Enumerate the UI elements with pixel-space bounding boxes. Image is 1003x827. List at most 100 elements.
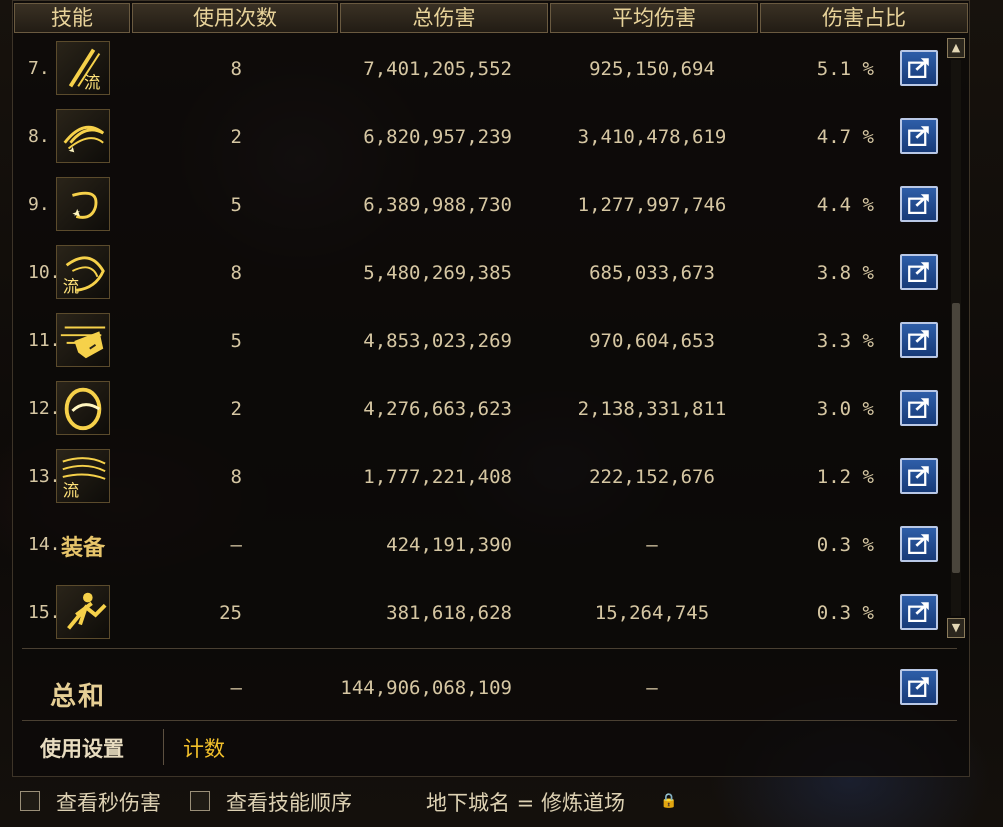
row-index: 13. bbox=[28, 466, 61, 487]
col-header-skill: 技能 bbox=[14, 3, 130, 33]
row-index: 8. bbox=[28, 126, 50, 147]
row-avg-damage: 970,604,653 bbox=[589, 330, 715, 352]
row-avg-damage: 222,152,676 bbox=[589, 466, 715, 488]
share-button[interactable] bbox=[900, 118, 938, 154]
row-total-damage: 1,777,221,408 bbox=[363, 466, 512, 488]
share-button[interactable] bbox=[900, 186, 938, 222]
equipment-text-icon: 装备 bbox=[56, 517, 110, 571]
summary-divider bbox=[22, 648, 957, 649]
row-index: 12. bbox=[28, 398, 61, 419]
share-icon bbox=[908, 262, 929, 282]
row-damage-share: 5.1 % bbox=[816, 58, 874, 80]
table-row: 15. 25 381,618,628 15,264,745 0.3 % bbox=[22, 581, 942, 645]
row-index: 10. bbox=[28, 262, 61, 283]
row-total-damage: 424,191,390 bbox=[386, 534, 512, 556]
dungeon-name: 地下城名 = 修炼道场 bbox=[426, 791, 625, 815]
row-damage-share: 3.8 % bbox=[816, 262, 874, 284]
table-row: 14. 装备 – 424,191,390 – 0.3 % bbox=[22, 513, 942, 577]
share-icon bbox=[908, 126, 929, 146]
scroll-up-button[interactable]: ▲ bbox=[947, 38, 965, 58]
share-icon bbox=[908, 58, 929, 78]
row-damage-share: 3.3 % bbox=[816, 330, 874, 352]
col-header-total-damage: 总伤害 bbox=[340, 3, 548, 33]
wind-flow-icon: 流 bbox=[56, 449, 110, 503]
sword-slash-flow-icon: 流 bbox=[56, 41, 110, 95]
col-header-avg-damage: 平均伤害 bbox=[550, 3, 758, 33]
equipment-icon-text: 装备 bbox=[60, 535, 105, 561]
share-icon bbox=[908, 534, 929, 554]
share-button[interactable] bbox=[900, 50, 938, 86]
row-total-damage: 4,276,663,623 bbox=[363, 398, 512, 420]
row-uses: 2 bbox=[230, 126, 242, 148]
row-avg-damage: 1,277,997,746 bbox=[577, 194, 727, 216]
row-damage-share: 4.7 % bbox=[816, 126, 874, 148]
share-button[interactable] bbox=[900, 458, 938, 494]
tab-count[interactable]: 计数 bbox=[183, 733, 225, 763]
row-damage-share: 0.3 % bbox=[816, 534, 874, 556]
leaping-strike-icon bbox=[56, 585, 110, 639]
share-button[interactable] bbox=[900, 390, 938, 426]
swirl-orb-icon bbox=[56, 381, 110, 435]
beast-charge-icon bbox=[56, 313, 110, 367]
share-button[interactable] bbox=[900, 322, 938, 358]
skill-order-checkbox-label[interactable]: 查看技能顺序 bbox=[226, 787, 352, 817]
share-button-summary[interactable] bbox=[900, 669, 938, 705]
scroll-thumb[interactable] bbox=[952, 303, 960, 573]
row-avg-damage: 685,033,673 bbox=[589, 262, 715, 284]
share-button[interactable] bbox=[900, 526, 938, 562]
col-header-uses: 使用次数 bbox=[132, 3, 338, 33]
summary-avg: – bbox=[646, 677, 658, 699]
tabs-divider bbox=[22, 720, 957, 721]
row-uses: 8 bbox=[230, 262, 242, 284]
row-total-damage: 5,480,269,385 bbox=[363, 262, 512, 284]
table-row: 11. 5 4,853,023,269 970,604,653 3.3 % bbox=[22, 309, 942, 373]
spiral-slash-icon bbox=[56, 109, 110, 163]
footer-bar: 查看秒伤害 查看技能顺序 地下城名 = 修炼道场 🔒 bbox=[0, 781, 1003, 827]
scroll-down-button[interactable]: ▼ bbox=[947, 618, 965, 638]
scrollbar[interactable]: ▲ ▼ bbox=[947, 38, 965, 638]
row-avg-damage: 15,264,745 bbox=[594, 602, 710, 624]
row-index: 11. bbox=[28, 330, 61, 351]
row-damage-share: 3.0 % bbox=[816, 398, 874, 420]
table-row: 9. 5 6,389,988,730 1,277,997,746 4.4 % bbox=[22, 173, 942, 237]
row-avg-damage: 2,138,331,811 bbox=[577, 398, 727, 420]
row-total-damage: 6,820,957,239 bbox=[363, 126, 512, 148]
tab-separator bbox=[163, 729, 164, 765]
row-uses: 25 bbox=[219, 602, 242, 624]
row-avg-damage: 3,410,478,619 bbox=[577, 126, 727, 148]
row-avg-damage: 925,150,694 bbox=[589, 58, 715, 80]
row-index: 7. bbox=[28, 58, 50, 79]
dps-checkbox[interactable] bbox=[20, 791, 40, 811]
table-row: 13. 流 8 1,777,221,408 222,152,676 1.2 % bbox=[22, 445, 942, 509]
lock-icon: 🔒 bbox=[660, 793, 678, 809]
svg-text:流: 流 bbox=[84, 73, 100, 92]
row-uses: 8 bbox=[230, 58, 242, 80]
row-total-damage: 381,618,628 bbox=[386, 602, 512, 624]
row-uses: – bbox=[230, 534, 242, 556]
arc-flow-icon: 流 bbox=[56, 245, 110, 299]
share-icon bbox=[908, 194, 929, 214]
table-row: 7. 流 8 7,401,205,552 925,150,694 5.1 % bbox=[22, 37, 942, 101]
tab-usage-settings[interactable]: 使用设置 bbox=[40, 733, 124, 763]
svg-text:流: 流 bbox=[63, 481, 79, 500]
row-index: 9. bbox=[28, 194, 50, 215]
svg-text:流: 流 bbox=[63, 277, 79, 296]
dps-checkbox-label[interactable]: 查看秒伤害 bbox=[56, 787, 161, 817]
share-icon bbox=[908, 602, 929, 622]
row-uses: 5 bbox=[230, 194, 242, 216]
row-index: 14. bbox=[28, 534, 61, 555]
skill-order-checkbox[interactable] bbox=[190, 791, 210, 811]
share-button[interactable] bbox=[900, 594, 938, 630]
share-icon bbox=[908, 677, 929, 697]
share-button[interactable] bbox=[900, 254, 938, 290]
share-icon bbox=[908, 466, 929, 486]
table-row: 12. 2 4,276,663,623 2,138,331,811 3.0 % bbox=[22, 377, 942, 441]
table-row: 10. 流 8 5,480,269,385 685,033,673 3.8 % bbox=[22, 241, 942, 305]
summary-total: 144,906,068,109 bbox=[340, 677, 512, 699]
row-index: 15. bbox=[28, 602, 61, 623]
row-damage-share: 0.3 % bbox=[816, 602, 874, 624]
summary-row: – 144,906,068,109 – bbox=[22, 656, 942, 720]
row-damage-share: 1.2 % bbox=[816, 466, 874, 488]
row-uses: 8 bbox=[230, 466, 242, 488]
row-total-damage: 7,401,205,552 bbox=[363, 58, 512, 80]
